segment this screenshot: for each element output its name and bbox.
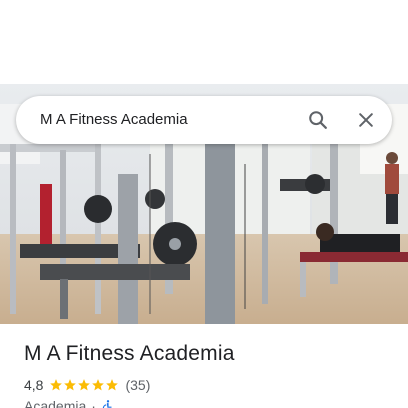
place-title: M A Fitness Academia [24,342,235,365]
separator-dot: · [91,398,96,408]
star-icon [92,379,105,391]
top-blank-area [0,0,408,84]
close-button[interactable] [350,104,382,136]
star-icon [64,379,77,391]
maps-place-screen: M A Fitness Academia M A Fitness Academi… [0,0,408,408]
star-icon [78,379,91,391]
category-row: Academia · [24,398,115,408]
search-query-text[interactable]: M A Fitness Academia [40,96,188,144]
star-icon [106,379,119,391]
close-icon [359,113,373,127]
search-bar[interactable]: M A Fitness Academia [16,96,392,144]
search-button[interactable] [302,104,334,136]
rating-value: 4,8 [24,377,44,393]
place-info-panel: M A Fitness Academia 4,8 (35) Academia · [0,324,408,408]
place-category: Academia [24,398,87,408]
rating-row[interactable]: 4,8 (35) [24,376,150,394]
review-count[interactable]: (35) [125,377,150,393]
wheelchair-icon [102,400,112,408]
search-icon [309,111,327,129]
star-icon [50,379,63,391]
rating-stars [49,378,119,392]
